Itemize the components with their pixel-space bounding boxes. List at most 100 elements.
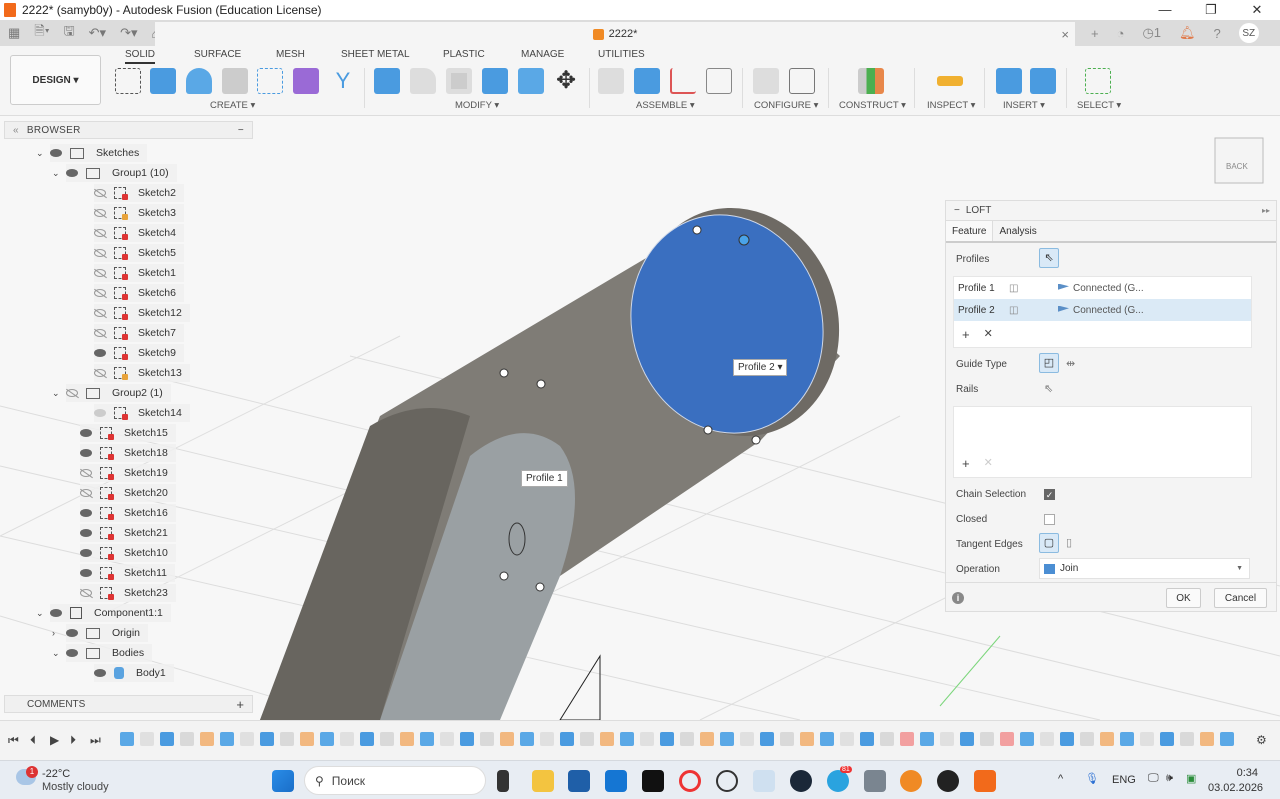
timeline-feature-icon[interactable] [300,732,314,746]
timeline-feature-icon[interactable] [800,732,814,746]
add-profile-button[interactable]: + [962,327,970,342]
hole-icon[interactable] [222,68,248,94]
tangent-merge-button[interactable]: ▢ [1039,533,1059,553]
browser-item[interactable]: ⌄ Bodies [52,644,153,662]
browser-item[interactable]: Body1 [94,664,174,682]
shell-icon[interactable] [446,68,472,94]
add-rail-button[interactable]: + [962,456,970,471]
collapse-browser-icon[interactable]: « [13,125,19,136]
timeline-feature-icon[interactable] [1140,732,1154,746]
browser-item[interactable]: ⌄ Sketches [36,144,148,162]
browser-item[interactable]: Sketch15 [80,424,176,442]
assemble-menu[interactable]: ASSEMBLE ▾ [636,100,695,111]
timeline-feature-icon[interactable] [540,732,554,746]
outlook-icon[interactable] [605,770,627,792]
chevron-down-icon[interactable]: ⌄ [52,168,60,179]
eye-hidden-icon[interactable] [66,389,78,397]
timeline-feature-icon[interactable] [480,732,494,746]
step-back-icon[interactable]: ⏴ [30,733,36,748]
timeline-feature-icon[interactable] [1160,732,1174,746]
eye-icon[interactable] [66,649,78,657]
insert-mcmaster-icon[interactable] [996,68,1022,94]
eye-hidden-icon[interactable] [94,369,106,377]
configuration-table-icon[interactable] [789,68,815,94]
comments-panel[interactable]: COMMENTS + [4,695,253,713]
timeline-feature-icon[interactable] [720,732,734,746]
browser-item[interactable]: ⌄ Component1:1 [36,604,171,622]
weather-desc[interactable]: Mostly cloudy [42,781,109,793]
profile-end-icon[interactable]: ◫ [1009,305,1018,316]
viewcube-face-label[interactable]: BACK [1222,160,1252,173]
timeline-feature-icon[interactable] [140,732,154,746]
collapse-dialog-icon[interactable]: − [954,205,960,216]
timeline-feature-icon[interactable] [900,732,914,746]
modify-menu[interactable]: MODIFY ▾ [455,100,499,111]
obs-icon[interactable] [937,770,959,792]
chevron-right-icon[interactable]: › [52,628,55,638]
timeline-feature-icon[interactable] [1120,732,1134,746]
browser-item[interactable]: Sketch23 [80,584,176,602]
maximize-button[interactable]: ❐ [1188,0,1234,20]
timeline-feature-icon[interactable] [960,732,974,746]
timeline-settings-icon[interactable]: ⚙ [1256,733,1267,747]
form-icon[interactable]: Y [330,68,356,94]
eye-icon[interactable] [80,509,92,517]
eye-hidden-icon[interactable] [94,269,106,277]
go-to-end-icon[interactable]: ⏭ [90,733,101,748]
timeline-feature-icon[interactable] [1200,732,1214,746]
timeline-feature-icon[interactable] [400,732,414,746]
chain-selection-checkbox[interactable]: ✓ [1044,489,1055,500]
timeline-feature-icon[interactable] [260,732,274,746]
opera-icon[interactable] [679,770,701,792]
revolve-icon[interactable] [186,68,212,94]
extrude-icon[interactable] [150,68,176,94]
timeline-features[interactable] [120,732,1234,746]
browser-item[interactable]: Sketch9 [94,344,184,362]
configure-menu[interactable]: CONFIGURE ▾ [754,100,818,111]
go-to-start-icon[interactable]: ⏮ [8,733,19,748]
network-icon[interactable]: 🖵 [1148,772,1159,785]
eye-icon[interactable] [94,349,106,357]
insert-menu[interactable]: INSERT ▾ [1003,100,1045,111]
document-tab[interactable]: 2222* × [155,22,1075,46]
timeline-feature-icon[interactable] [620,732,634,746]
eye-icon[interactable] [80,429,92,437]
tab-mesh[interactable]: MESH [276,49,305,60]
chevron-down-icon[interactable]: ⌄ [52,648,60,659]
timeline-feature-icon[interactable] [320,732,334,746]
tab-solid[interactable]: SOLID [125,49,156,64]
close-button[interactable]: ✕ [1234,0,1280,20]
browser-item[interactable]: Sketch3 [94,204,184,222]
timeline-feature-icon[interactable] [940,732,954,746]
browser-item[interactable]: Sketch7 [94,324,184,342]
create-menu[interactable]: CREATE ▾ [210,100,255,111]
timeline-feature-icon[interactable] [240,732,254,746]
timeline-feature-icon[interactable] [1000,732,1014,746]
ok-button[interactable]: OK [1166,588,1201,608]
eye-icon[interactable] [80,549,92,557]
start-button[interactable] [272,770,294,792]
profile-row[interactable]: Profile 1 ◫ Connected (G... [954,277,1251,299]
vpn-icon[interactable] [900,770,922,792]
browser-item[interactable]: Sketch1 [94,264,184,282]
timeline-feature-icon[interactable] [780,732,794,746]
timeline-feature-icon[interactable] [120,732,134,746]
browser-item[interactable]: Sketch19 [80,464,176,482]
eye-hidden-icon[interactable] [94,289,106,297]
timeline-feature-icon[interactable] [640,732,654,746]
tab-utilities[interactable]: UTILITIES [598,49,645,60]
volume-icon[interactable]: 🕪 [1166,772,1173,785]
guide-rails-button[interactable]: ◰ [1039,353,1059,373]
timeline-feature-icon[interactable] [860,732,874,746]
microphone-icon[interactable]: 🎙︎ [1085,772,1099,785]
browser-item[interactable]: Sketch11 [80,564,175,582]
workspace-switcher[interactable]: DESIGN ▾ [10,55,101,105]
timeline-feature-icon[interactable] [700,732,714,746]
tab-feature[interactable]: Feature [946,221,994,241]
timeline-feature-icon[interactable] [1220,732,1234,746]
weather-temp[interactable]: -22°C [42,768,70,780]
browser-item[interactable]: Sketch16 [80,504,176,522]
rigid-group-icon[interactable] [670,68,696,94]
steam-icon[interactable] [790,770,812,792]
configure-icon[interactable] [753,68,779,94]
